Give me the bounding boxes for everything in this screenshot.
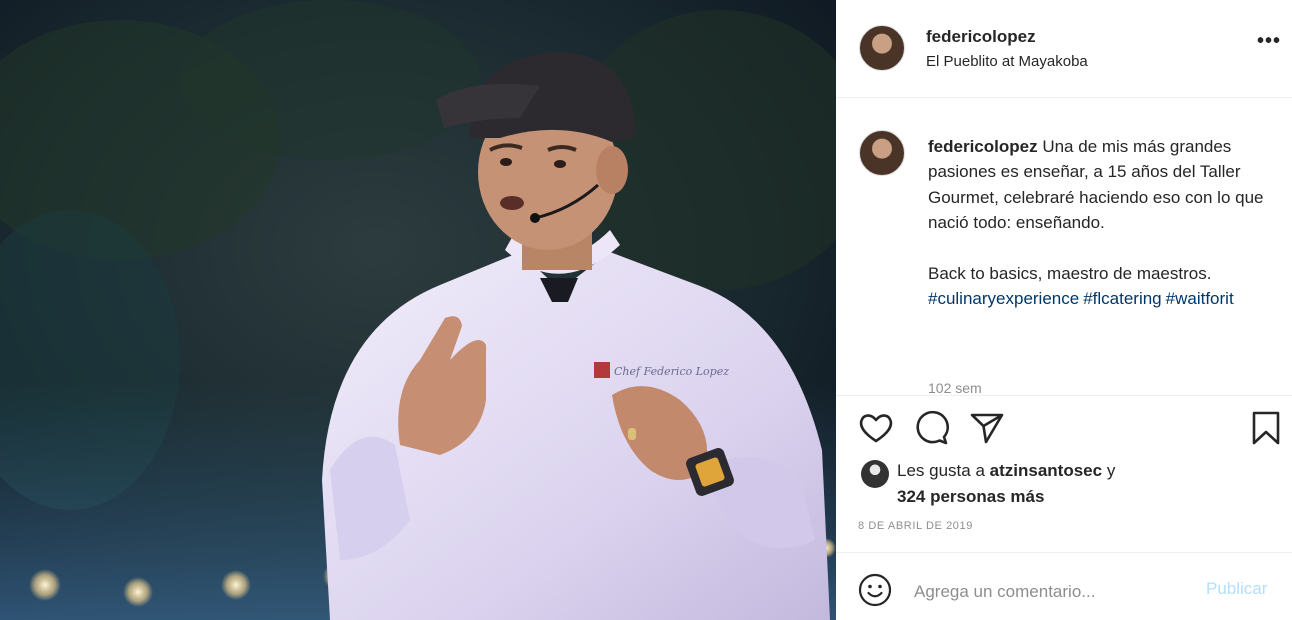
bookmark-icon[interactable]: [1248, 410, 1284, 446]
more-options-icon[interactable]: •••: [1254, 31, 1284, 54]
liker-avatar[interactable]: [861, 460, 889, 488]
jacket-logo: [594, 362, 610, 378]
likes-prefix: Les gusta a: [897, 461, 985, 480]
liker-username[interactable]: atzinsantosec: [990, 461, 1102, 480]
hashtag-link[interactable]: #culinaryexperience: [928, 289, 1079, 308]
action-bar: [836, 396, 1292, 456]
likes-text: Les gusta a atzinsantosec y 324 personas…: [897, 458, 1277, 510]
post-location[interactable]: El Pueblito at Mayakoba: [926, 53, 1088, 70]
comment-icon[interactable]: [913, 410, 949, 446]
caption-time-ago: 102 sem: [928, 380, 982, 396]
user-avatar[interactable]: [859, 25, 905, 71]
chef-photo-illustration: Chef Federico Lopez: [0, 0, 836, 620]
caption-avatar[interactable]: [859, 130, 905, 176]
likes-row: Les gusta a atzinsantosec y 324 personas…: [836, 456, 1292, 514]
heart-icon[interactable]: [858, 410, 894, 446]
likes-count[interactable]: 324 personas más: [897, 487, 1044, 506]
hashtag-link[interactable]: #waitforit: [1166, 289, 1234, 308]
post-sidebar: federicolopez El Pueblito at Mayakoba ••…: [836, 0, 1292, 620]
likes-connector: y: [1106, 461, 1116, 480]
post-header: federicolopez El Pueblito at Mayakoba ••…: [836, 0, 1292, 98]
comment-input[interactable]: [914, 577, 1194, 607]
emoji-icon[interactable]: [858, 573, 892, 607]
comment-box: Publicar: [836, 552, 1292, 620]
caption-text: federicolopez Una de mis más grandes pas…: [928, 134, 1266, 311]
post-date[interactable]: 8 DE ABRIL DE 2019: [858, 520, 973, 532]
post-username[interactable]: federicolopez: [926, 27, 1036, 47]
hashtag-link[interactable]: #flcatering: [1083, 289, 1161, 308]
caption-paragraph-2: Back to basics, maestro de maestros.: [928, 263, 1212, 283]
caption-username[interactable]: federicolopez: [928, 137, 1038, 156]
caption-area: federicolopez Una de mis más grandes pas…: [836, 98, 1292, 396]
publish-button[interactable]: Publicar: [1206, 579, 1267, 599]
post-photo[interactable]: Chef Federico Lopez: [0, 0, 836, 620]
jacket-embroidery: Chef Federico Lopez: [614, 365, 729, 378]
share-icon[interactable]: [969, 410, 1005, 446]
